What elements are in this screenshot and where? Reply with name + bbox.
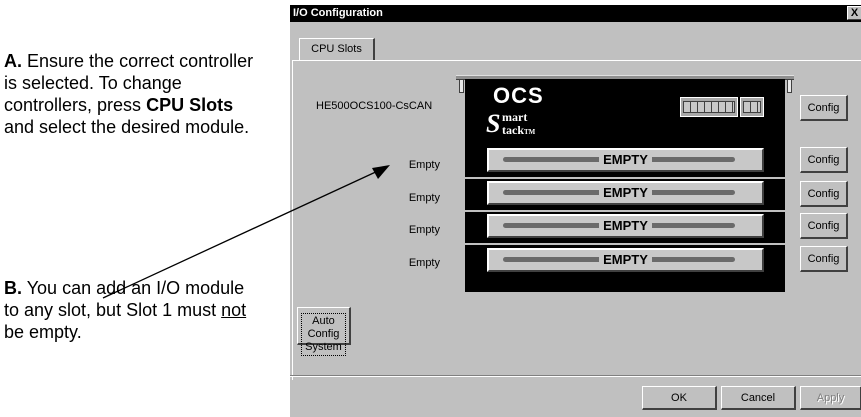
cpu-config-button[interactable]: Config	[800, 95, 848, 121]
smartstack-logo-stack: tackTM	[502, 123, 535, 138]
apply-button[interactable]: Apply	[800, 386, 861, 410]
annotation-a-text-end: and select the desired module.	[4, 117, 250, 137]
cancel-button[interactable]: Cancel	[721, 386, 796, 410]
io-configuration-dialog: I/O Configuration X CPU Slots HE500OCS10…	[289, 4, 861, 417]
smartstack-logo-tack: tack	[502, 123, 524, 137]
footer-separator	[290, 375, 861, 377]
smartstack-logo-tm: TM	[524, 128, 536, 136]
slot-3-label: Empty	[408, 224, 440, 236]
slot-1-config-button[interactable]: Config	[800, 147, 848, 173]
annotation-a-letter: A.	[4, 51, 22, 71]
dialog-title: I/O Configuration	[293, 7, 383, 19]
auto-config-system-button[interactable]: Auto Config System	[297, 307, 351, 356]
slot-3-config-button[interactable]: Config	[800, 213, 848, 239]
ocs-logo: OCS	[493, 83, 544, 108]
connector-large-icon	[680, 97, 738, 117]
slot-2-config-button[interactable]: Config	[800, 181, 848, 207]
annotation-b-letter: B.	[4, 278, 22, 298]
annotation-a-bold: CPU Slots	[146, 95, 234, 115]
slot-1-card-label: EMPTY	[599, 152, 652, 167]
connector-small-icon	[740, 97, 764, 117]
slot-2-card-label: EMPTY	[599, 185, 652, 200]
slot-2-label: Empty	[408, 192, 440, 204]
slot-4-card-label: EMPTY	[599, 252, 652, 267]
auto-config-line-2: System	[305, 341, 342, 353]
tab-cpu-slots[interactable]: CPU Slots	[299, 38, 375, 60]
slot-3-card[interactable]: EMPTY	[487, 214, 764, 238]
slot-1-card[interactable]: EMPTY	[487, 148, 764, 172]
annotation-b: B. You can add an I/O module to any slot…	[4, 277, 254, 343]
close-button[interactable]: X	[847, 6, 861, 20]
rack-right-post	[787, 79, 792, 93]
annotation-b-text: You can add an I/O module to any slot, b…	[4, 278, 245, 320]
slot-4-label: Empty	[408, 257, 440, 269]
smartstack-logo-s: S	[486, 109, 501, 138]
rack-left-post	[459, 79, 464, 93]
dialog-titlebar: I/O Configuration X	[290, 5, 861, 22]
annotation-b-underline: not	[221, 300, 247, 320]
annotation-b-text-end: be empty.	[4, 322, 82, 342]
slot-3-card-label: EMPTY	[599, 218, 652, 233]
slot-4-config-button[interactable]: Config	[800, 246, 848, 272]
slot-2-card[interactable]: EMPTY	[487, 181, 764, 205]
auto-config-line-1: Auto Config	[307, 315, 340, 340]
ok-button[interactable]: OK	[642, 386, 717, 410]
annotation-a: A. Ensure the correct controller is sele…	[4, 50, 254, 138]
slot-1-label: Empty	[408, 159, 440, 171]
slot-4-card[interactable]: EMPTY	[487, 248, 764, 272]
